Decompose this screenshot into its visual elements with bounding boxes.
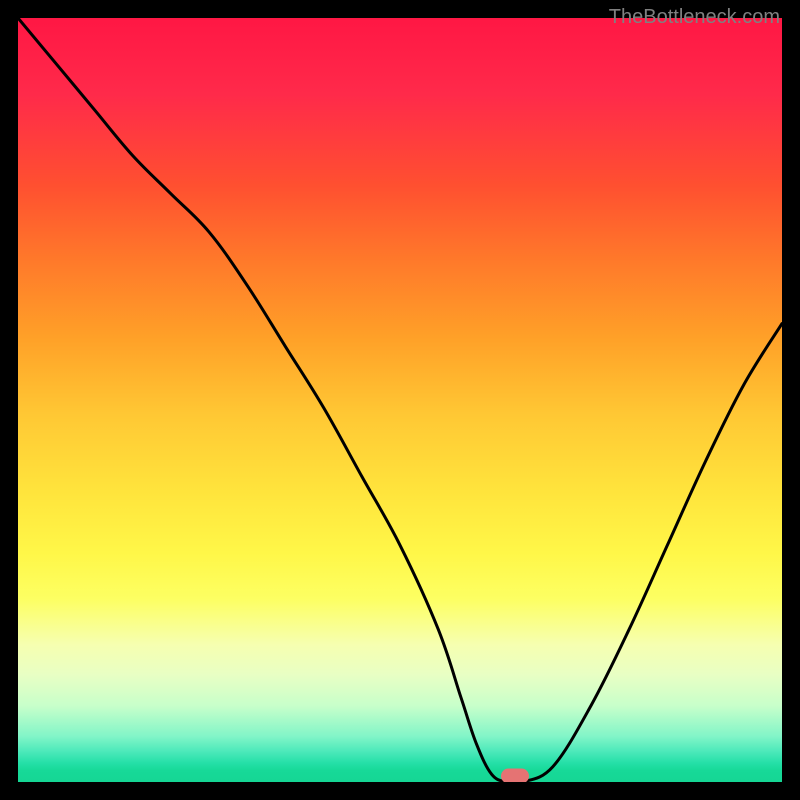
bottleneck-curve: [18, 18, 782, 782]
watermark-text: TheBottleneck.com: [609, 6, 780, 29]
optimal-point-marker: [501, 769, 529, 783]
chart-plot-area: [18, 18, 782, 782]
chart-line-svg: [18, 18, 782, 782]
